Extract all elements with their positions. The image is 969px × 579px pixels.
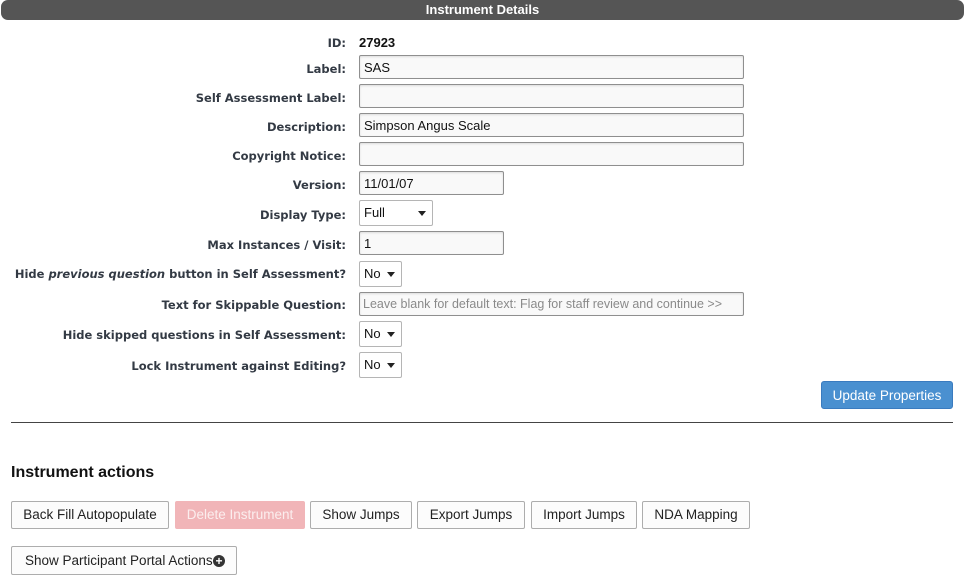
self-assessment-label-input[interactable] (359, 84, 744, 108)
lock-instrument-select[interactable]: No (359, 352, 402, 378)
display-type-value: Full (364, 205, 385, 220)
nda-mapping-button[interactable]: NDA Mapping (642, 501, 750, 529)
description-input[interactable] (359, 113, 744, 137)
max-instances-label: Max Instances / Visit: (207, 238, 346, 252)
skippable-text-label: Text for Skippable Question: (161, 298, 346, 312)
max-instances-input[interactable] (359, 231, 504, 255)
instrument-actions-heading: Instrument actions (11, 464, 155, 481)
label-label: Label: (306, 62, 346, 76)
skippable-text-input[interactable] (359, 292, 744, 316)
hide-skipped-label: Hide skipped questions in Self Assessmen… (62, 328, 346, 342)
display-type-select[interactable]: Full (359, 200, 433, 226)
version-label: Version: (292, 178, 346, 192)
export-jumps-button[interactable]: Export Jumps (417, 501, 525, 529)
description-label: Description: (267, 120, 346, 134)
chevron-down-icon (387, 272, 395, 277)
hide-skipped-value: No (364, 326, 381, 341)
hide-previous-select[interactable]: No (359, 261, 402, 287)
show-participant-portal-actions-button[interactable]: Show Participant Portal Actions + (11, 546, 237, 575)
copyright-notice-label: Copyright Notice: (232, 149, 346, 163)
panel-header: Instrument Details (1, 0, 964, 20)
label-input[interactable] (359, 55, 744, 79)
delete-instrument-button[interactable]: Delete Instrument (175, 501, 305, 529)
self-assessment-label-label: Self Assessment Label: (195, 91, 346, 105)
portal-actions-label: Show Participant Portal Actions (25, 553, 213, 568)
chevron-down-icon (418, 211, 426, 216)
show-jumps-button[interactable]: Show Jumps (310, 501, 412, 529)
import-jumps-button[interactable]: Import Jumps (531, 501, 637, 529)
hide-skipped-select[interactable]: No (359, 321, 402, 347)
back-fill-autopopulate-button[interactable]: Back Fill Autopopulate (11, 501, 169, 529)
chevron-down-icon (387, 332, 395, 337)
hide-previous-label: Hide previous question button in Self As… (14, 267, 346, 281)
copyright-notice-input[interactable] (359, 142, 744, 166)
id-value: 27923 (359, 35, 396, 50)
chevron-down-icon (387, 363, 395, 368)
version-input[interactable] (359, 171, 504, 195)
update-properties-button[interactable]: Update Properties (821, 381, 953, 409)
divider (11, 422, 953, 423)
id-label: ID: (327, 36, 346, 50)
lock-instrument-label: Lock Instrument against Editing? (131, 359, 346, 373)
lock-instrument-value: No (364, 357, 381, 372)
plus-circle-icon: + (213, 555, 225, 567)
hide-previous-value: No (364, 266, 381, 281)
display-type-label: Display Type: (259, 208, 346, 222)
